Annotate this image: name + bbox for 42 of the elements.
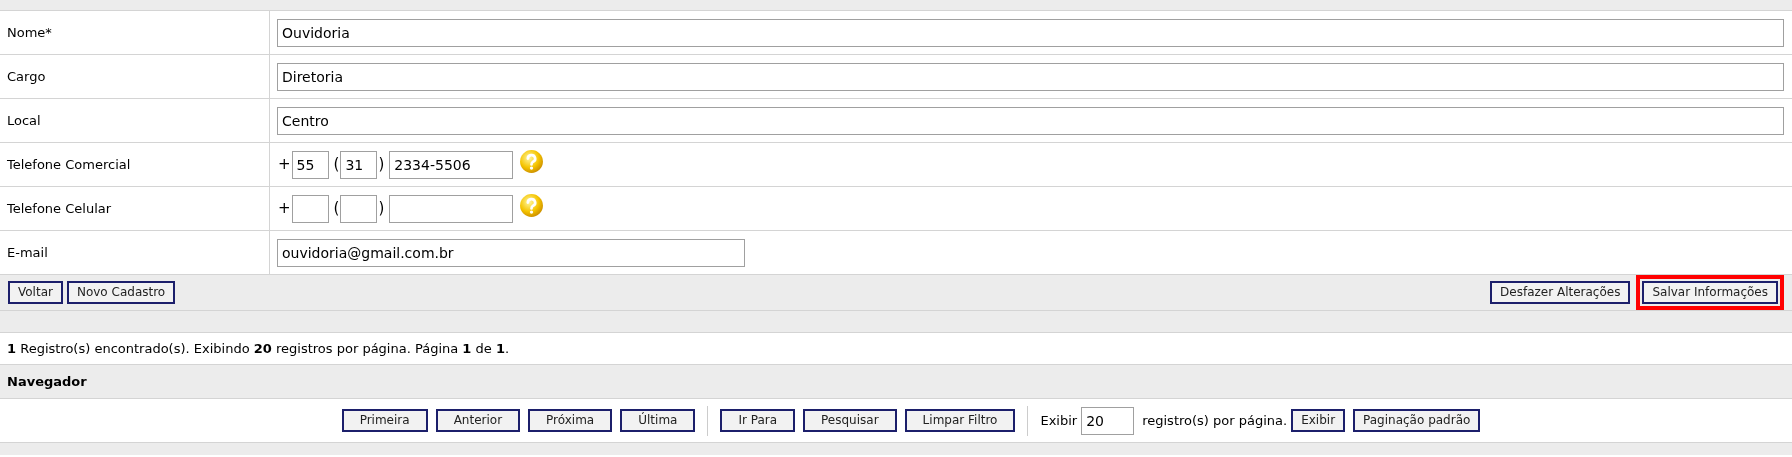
field-label: Telefone Comercial bbox=[7, 155, 131, 174]
pagination-button[interactable]: Paginação padrão bbox=[1353, 409, 1481, 432]
open-parenthesis: ( bbox=[332, 198, 341, 220]
pagination-button[interactable]: Pesquisar bbox=[803, 409, 897, 432]
form-button[interactable]: Voltar bbox=[8, 281, 63, 304]
country-code-field[interactable] bbox=[291, 194, 329, 223]
text-field[interactable]: Diretoria bbox=[277, 62, 1784, 91]
phone-number-field[interactable] bbox=[389, 194, 514, 223]
per-page-field[interactable]: 20 bbox=[1081, 406, 1135, 435]
form-button[interactable]: Salvar Informações bbox=[1642, 281, 1778, 304]
per-page-suffix: registro(s) por página. bbox=[1142, 411, 1288, 430]
results-summary: 1 Registro(s) encontrado(s). Exibindo 20 registros por página. Página 1 de 1. bbox=[7, 339, 510, 358]
area-code-field[interactable]: 31 bbox=[340, 150, 378, 179]
pagination-button[interactable]: Ir Para bbox=[720, 409, 796, 432]
form-button[interactable]: Desfazer Alterações bbox=[1490, 281, 1631, 304]
text-field[interactable]: Ouvidoria bbox=[277, 18, 1784, 47]
close-parenthesis: ) bbox=[377, 198, 386, 220]
help-icon[interactable] bbox=[519, 149, 545, 174]
field-label: Local bbox=[7, 111, 41, 130]
phone-number-field[interactable]: 2334-5506 bbox=[389, 150, 514, 179]
field-label: Telefone Celular bbox=[7, 199, 112, 218]
country-code-field[interactable]: 55 bbox=[291, 150, 329, 179]
pagination-button[interactable]: Próxima bbox=[528, 409, 613, 432]
text-field[interactable]: Centro bbox=[277, 106, 1784, 135]
per-page-label: Exibir bbox=[1040, 411, 1078, 430]
help-icon[interactable] bbox=[519, 193, 545, 218]
pagination-button[interactable]: Última bbox=[620, 409, 696, 432]
form-button[interactable]: Novo Cadastro bbox=[66, 281, 176, 304]
pagination-button[interactable]: Exibir bbox=[1291, 409, 1346, 432]
text-field[interactable]: ouvidoria@gmail.com.br bbox=[277, 238, 745, 267]
field-label: E-mail bbox=[7, 243, 48, 262]
close-parenthesis: ) bbox=[377, 154, 386, 176]
pagination-button[interactable]: Primeira bbox=[341, 409, 428, 432]
pagination-button[interactable]: Limpar Filtro bbox=[904, 409, 1016, 432]
field-label: Cargo bbox=[7, 67, 46, 86]
area-code-field[interactable] bbox=[340, 194, 378, 223]
plus-sign: + bbox=[277, 198, 292, 220]
plus-sign: + bbox=[277, 154, 292, 176]
field-label: Nome* bbox=[7, 23, 52, 42]
pagination-button[interactable]: Anterior bbox=[435, 409, 521, 432]
open-parenthesis: ( bbox=[332, 154, 341, 176]
navigator-title: Navegador bbox=[7, 372, 87, 391]
